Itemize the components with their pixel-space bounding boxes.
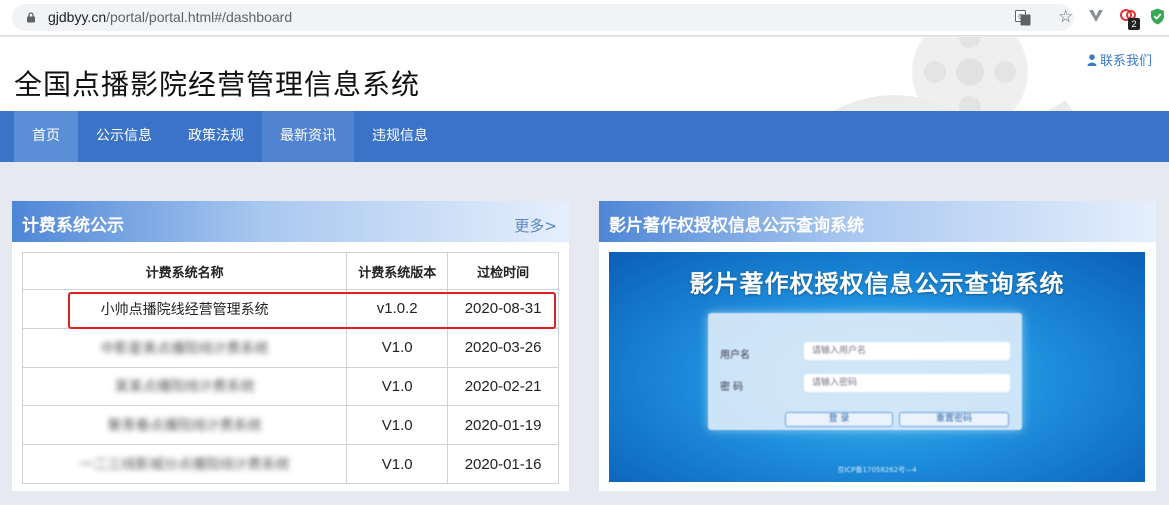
version-cell: V1.0 bbox=[346, 366, 449, 407]
copyright-system-banner[interactable]: 影片著作权授权信息公示查询系统 用户名 请输入用户名 密 码 请输入密码 登 录… bbox=[609, 252, 1145, 482]
billing-system-table: 计费系统名称 计费系统版本 过检时间 小帅点播院线经营管理系统 v1.0.2 2… bbox=[21, 252, 559, 484]
table-header-row: 计费系统名称 计费系统版本 过检时间 bbox=[21, 252, 559, 290]
version-cell: V1.0 bbox=[346, 405, 449, 446]
date-cell: 2020-01-19 bbox=[447, 405, 559, 446]
panel-header: 影片著作权授权信息公示查询系统 bbox=[599, 201, 1156, 242]
system-name-cell: 聚青春点播院线计费系统 bbox=[21, 405, 348, 446]
table-row[interactable]: 聚青春点播院线计费系统 V1.0 2020-01-19 bbox=[21, 405, 559, 446]
nav-violations[interactable]: 违规信息 bbox=[354, 111, 446, 162]
address-bar[interactable]: gjdbyy.cn/portal/portal.html#/dashboard … bbox=[12, 4, 1074, 31]
date-cell: 2020-08-31 bbox=[447, 289, 559, 329]
table-row[interactable]: 中影星美点播院线计费系统 V1.0 2020-03-26 bbox=[21, 327, 559, 368]
username-input-preview: 请输入用户名 bbox=[804, 342, 1010, 360]
username-label: 用户名 bbox=[720, 350, 750, 361]
version-cell: V1.0 bbox=[346, 327, 449, 368]
system-name-cell: 一二三线影城分点播院线计费系统 bbox=[21, 444, 348, 484]
user-icon bbox=[1087, 54, 1097, 66]
version-cell: v1.0.2 bbox=[346, 289, 449, 329]
login-button-preview: 登 录 bbox=[785, 412, 893, 427]
nav-latest-news[interactable]: 最新资讯 bbox=[262, 111, 354, 162]
translate-icon[interactable]: G bbox=[1015, 10, 1031, 26]
nav-policies[interactable]: 政策法规 bbox=[170, 111, 262, 162]
password-input-preview: 请输入密码 bbox=[804, 374, 1010, 392]
date-cell: 2020-02-21 bbox=[447, 366, 559, 407]
contact-us-link[interactable]: 联系我们 bbox=[1087, 50, 1152, 69]
system-name-cell: 某某点播院线计费系统 bbox=[21, 366, 348, 407]
main-navigation: 首页 公示信息 政策法规 最新资讯 违规信息 bbox=[0, 111, 1169, 162]
date-cell: 2020-01-16 bbox=[447, 444, 559, 484]
password-label: 密 码 bbox=[720, 382, 744, 393]
reset-password-button-preview: 重置密码 bbox=[899, 412, 1009, 427]
copyright-query-panel: 影片著作权授权信息公示查询系统 影片著作权授权信息公示查询系统 用户名 请输入用… bbox=[599, 201, 1156, 491]
site-title: 全国点播影院经营管理信息系统 bbox=[14, 68, 421, 101]
icp-footer-text: 京ICP备17058262号—4 bbox=[837, 466, 917, 474]
shield-check-icon[interactable] bbox=[1150, 8, 1165, 25]
extension-badge: 2 bbox=[1128, 18, 1140, 30]
table-row[interactable]: 一二三线影城分点播院线计费系统 V1.0 2020-01-16 bbox=[21, 444, 559, 484]
system-name-cell: 小帅点播院线经营管理系统 bbox=[21, 289, 348, 329]
table-row[interactable]: 某某点播院线计费系统 V1.0 2020-02-21 bbox=[21, 366, 559, 407]
panel-title: 影片著作权授权信息公示查询系统 bbox=[609, 216, 864, 236]
panel-title: 计费系统公示 bbox=[22, 216, 124, 236]
system-name-cell: 中影星美点播院线计费系统 bbox=[21, 327, 348, 368]
version-cell: V1.0 bbox=[346, 444, 449, 484]
nav-home[interactable]: 首页 bbox=[14, 111, 78, 162]
more-link[interactable]: 更多> bbox=[514, 215, 557, 236]
table-row[interactable]: 小帅点播院线经营管理系统 v1.0.2 2020-08-31 bbox=[21, 289, 559, 329]
billing-system-panel: 计费系统公示 更多> 计费系统名称 计费系统版本 过检时间 小帅点播院线经营管理… bbox=[12, 201, 569, 491]
date-cell: 2020-03-26 bbox=[447, 327, 559, 368]
bookmark-star-icon[interactable]: ☆ bbox=[1058, 8, 1073, 26]
svg-text:G: G bbox=[1018, 13, 1023, 21]
nav-public-info[interactable]: 公示信息 bbox=[78, 111, 170, 162]
browser-toolbar: gjdbyy.cn/portal/portal.html#/dashboard … bbox=[0, 0, 1169, 36]
url-text[interactable]: gjdbyy.cn/portal/portal.html#/dashboard bbox=[48, 9, 292, 25]
column-header-date: 过检时间 bbox=[447, 252, 559, 290]
lock-icon[interactable] bbox=[26, 12, 36, 23]
film-reel-decoration bbox=[833, 37, 1073, 111]
banner-title: 影片著作权授权信息公示查询系统 bbox=[689, 270, 1065, 298]
column-header-name: 计费系统名称 bbox=[21, 252, 348, 290]
contact-us-label: 联系我们 bbox=[1100, 54, 1153, 69]
column-header-version: 计费系统版本 bbox=[346, 252, 449, 290]
panel-header: 计费系统公示 更多> bbox=[12, 201, 569, 242]
site-header: 全国点播影院经营管理信息系统 联系我们 bbox=[0, 37, 1169, 111]
extension-v-icon[interactable] bbox=[1088, 8, 1104, 24]
